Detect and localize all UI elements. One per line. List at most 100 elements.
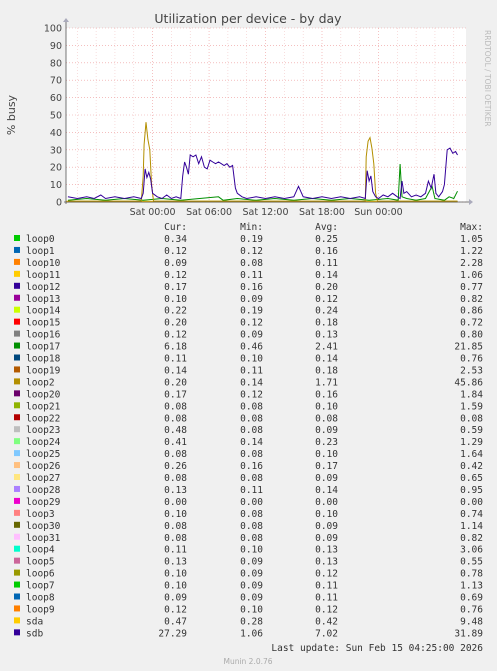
legend-value-min: 0.10: [240, 354, 263, 365]
legend-value-max: 31.89: [454, 628, 483, 639]
legend-value-max: 1.59: [460, 401, 483, 412]
legend-value-avg: 0.18: [315, 365, 338, 376]
legend-value-min: 0.08: [240, 425, 263, 436]
legend-swatch: [14, 426, 20, 433]
legend-swatch: [14, 569, 20, 576]
y-axis-label: % busy: [5, 94, 18, 135]
legend-value-avg: 0.24: [315, 306, 338, 317]
legend-value-min: 0.19: [240, 234, 263, 245]
legend-value-cur: 0.34: [164, 234, 187, 245]
legend-value-min: 0.19: [240, 306, 263, 317]
legend-value-min: 0.10: [240, 604, 263, 615]
legend-value-cur: 0.11: [164, 545, 187, 556]
legend-swatch: [14, 438, 20, 445]
legend-name: loop30: [26, 521, 61, 532]
legend-value-avg: 0.14: [315, 354, 338, 365]
legend-value-max: 1.13: [460, 581, 483, 592]
legend-header-cur: Cur:: [164, 222, 187, 233]
legend-value-avg: 0.11: [315, 581, 338, 592]
legend-value-cur: 0.12: [164, 330, 187, 341]
legend-value-min: 0.28: [240, 616, 263, 627]
legend-name: loop1: [26, 246, 55, 257]
legend: Cur: Min: Avg: Max: loop0 0.34 0.19 0.25 1.05 loo…: [14, 222, 483, 639]
legend-name: loop24: [26, 437, 61, 448]
x-tick-label: Sat 06:00: [186, 207, 232, 218]
legend-name: loop25: [26, 449, 60, 460]
legend-header-avg: Avg:: [315, 222, 338, 233]
legend-value-max: 1.84: [460, 389, 483, 400]
legend-name: loop28: [26, 485, 61, 496]
legend-value-min: 0.08: [240, 521, 263, 532]
x-tick-label: Sat 12:00: [243, 207, 289, 218]
legend-value-avg: 0.11: [315, 258, 338, 269]
legend-value-min: 0.09: [240, 294, 263, 305]
y-tick-label: 40: [50, 128, 62, 139]
legend-value-avg: 0.08: [315, 413, 338, 424]
legend-value-max: 0.80: [460, 330, 483, 341]
y-tick-label: 60: [50, 93, 62, 104]
legend-value-min: 0.00: [240, 497, 263, 508]
legend-value-avg: 2.41: [315, 342, 338, 353]
legend-swatch: [14, 402, 20, 409]
legend-swatch: [14, 366, 20, 373]
legend-value-cur: 0.08: [164, 449, 187, 460]
legend-value-cur: 27.29: [158, 628, 187, 639]
legend-value-cur: 0.08: [164, 521, 187, 532]
legend-swatch: [14, 450, 20, 457]
legend-name: sdb: [26, 628, 43, 639]
legend-value-avg: 0.14: [315, 485, 338, 496]
legend-value-avg: 0.42: [315, 616, 338, 627]
legend-value-avg: 1.71: [315, 377, 338, 388]
legend-value-max: 0.78: [460, 569, 483, 580]
legend-value-max: 0.65: [460, 473, 483, 484]
legend-value-min: 0.08: [240, 533, 263, 544]
legend-value-cur: 0.12: [164, 604, 187, 615]
footer-update: Last update: Sun Feb 15 04:25:00 2026: [271, 643, 483, 654]
legend-swatch: [14, 485, 20, 492]
legend-value-avg: 0.17: [315, 461, 338, 472]
chart: Utilization per device - by day % busy R…: [5, 11, 492, 666]
legend-swatch: [14, 378, 20, 385]
legend-value-max: 1.22: [460, 246, 483, 257]
legend-name: loop12: [26, 282, 60, 293]
legend-name: loop2: [26, 377, 55, 388]
legend-value-cur: 0.10: [164, 509, 187, 520]
legend-value-max: 21.85: [454, 342, 483, 353]
legend-value-max: 9.48: [460, 616, 483, 627]
legend-value-cur: 0.08: [164, 413, 187, 424]
legend-swatch: [14, 629, 20, 636]
legend-swatch: [14, 545, 20, 552]
legend-swatch: [14, 557, 20, 564]
legend-value-avg: 0.12: [315, 604, 338, 615]
legend-swatch: [14, 282, 20, 289]
legend-value-min: 0.16: [240, 282, 263, 293]
legend-value-cur: 0.10: [164, 581, 187, 592]
y-tick-label: 50: [50, 111, 62, 122]
legend-value-cur: 6.18: [164, 342, 187, 353]
legend-value-avg: 0.09: [315, 473, 338, 484]
legend-value-min: 0.09: [240, 569, 263, 580]
legend-name: loop5: [26, 557, 55, 568]
legend-value-min: 0.12: [240, 246, 263, 257]
legend-value-avg: 0.14: [315, 270, 338, 281]
legend-value-max: 45.86: [454, 377, 483, 388]
legend-value-max: 0.77: [460, 282, 483, 293]
legend-value-avg: 0.12: [315, 569, 338, 580]
legend-name: loop19: [26, 365, 61, 376]
legend-name: loop4: [26, 545, 55, 556]
legend-name: loop22: [26, 413, 60, 424]
y-axis-arrow: [63, 18, 69, 22]
legend-swatch: [14, 330, 20, 337]
legend-value-avg: 0.11: [315, 593, 338, 604]
legend-swatch: [14, 593, 20, 600]
legend-value-min: 0.12: [240, 389, 263, 400]
legend-value-cur: 0.12: [164, 270, 187, 281]
chart-title: Utilization per device - by day: [154, 11, 342, 26]
legend-name: loop29: [26, 497, 61, 508]
legend-name: loop17: [26, 342, 60, 353]
legend-swatch: [14, 390, 20, 397]
legend-name: loop23: [26, 425, 60, 436]
legend-swatch: [14, 342, 20, 349]
legend-value-cur: 0.20: [164, 377, 187, 388]
legend-swatch: [14, 509, 20, 516]
